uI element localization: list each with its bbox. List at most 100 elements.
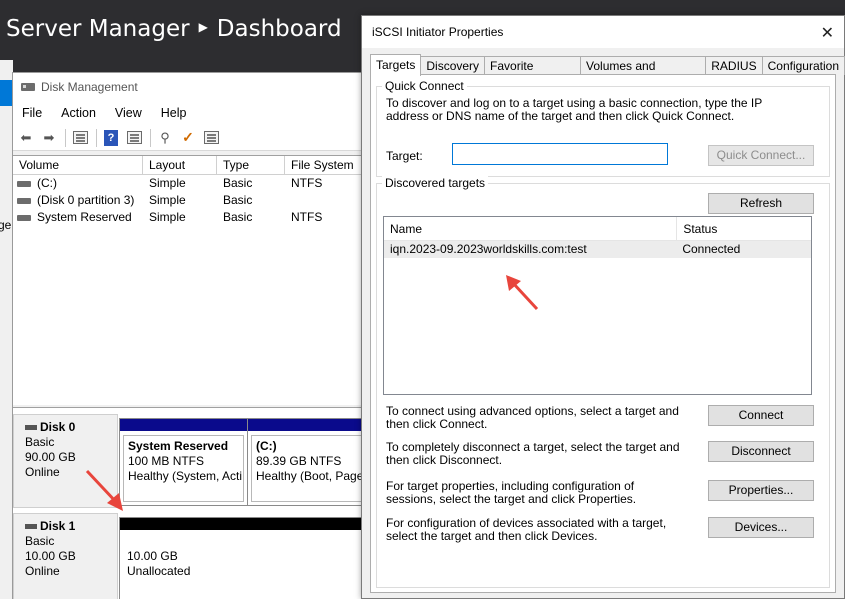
partition-type-bar xyxy=(120,419,247,431)
disk-icon xyxy=(25,425,37,430)
table-row[interactable]: iqn.2023-09.2023worldskills.com:test Con… xyxy=(384,241,811,258)
list-view-icon[interactable] xyxy=(202,129,220,147)
server-manager-breadcrumb: Server Manager ▶ Dashboard xyxy=(6,16,342,42)
help-icon[interactable]: ? xyxy=(102,129,120,147)
drive-icon xyxy=(17,214,31,221)
partition-system-reserved[interactable]: System Reserved 100 MB NTFS Healthy (Sys… xyxy=(119,418,248,506)
annotation-arrow-icon xyxy=(506,275,539,311)
disk-name: Disk 0 xyxy=(40,420,76,434)
menu-view[interactable]: View xyxy=(115,106,142,120)
disk-size: 90.00 GB xyxy=(25,450,76,464)
iscsi-initiator-dialog: iSCSI Initiator Properties ✕ Targets Dis… xyxy=(361,15,845,599)
annotation-arrow-icon xyxy=(85,469,123,511)
devices-button[interactable]: Devices... xyxy=(708,517,814,538)
iscsi-titlebar[interactable]: iSCSI Initiator Properties ✕ xyxy=(362,16,844,48)
table-row[interactable]: (Disk 0 partition 3) Simple Basic xyxy=(13,192,371,209)
drive-icon xyxy=(17,180,31,187)
partition-c-drive[interactable]: (C:) 89.39 GB NTFS Healthy (Boot, Page xyxy=(247,418,371,506)
toolbar-separator xyxy=(150,128,151,147)
volume-type: Basic xyxy=(223,193,253,207)
disk-kind: Basic xyxy=(25,534,55,548)
checklist-icon[interactable]: ✓ xyxy=(179,129,197,147)
column-header-file-system[interactable]: File System xyxy=(285,156,371,174)
connect-description: To connect using advanced options, selec… xyxy=(386,404,679,431)
disk-icon xyxy=(25,524,37,529)
partition-type-bar xyxy=(248,419,370,431)
volume-type: Basic xyxy=(223,176,253,190)
server-manager-title: Server Manager xyxy=(6,16,190,42)
console-tree-icon[interactable] xyxy=(71,129,89,147)
disk-management-window: Disk Management File Action View Help ⬅ … xyxy=(12,72,372,599)
forward-arrow-icon[interactable]: ➡ xyxy=(40,129,58,147)
target-name: iqn.2023-09.2023worldskills.com:test xyxy=(390,242,587,256)
target-label: Target: xyxy=(386,149,423,163)
volume-layout: Simple xyxy=(149,193,186,207)
target-status: Connected xyxy=(682,242,741,256)
disk-state: Online xyxy=(25,564,60,578)
close-icon[interactable]: ✕ xyxy=(821,23,834,43)
toolbar-separator xyxy=(65,128,66,147)
volume-list-header: Volume Layout Type File System xyxy=(13,156,371,175)
tab-strip: Targets Discovery Favorite Targets Volum… xyxy=(370,54,845,92)
menu-bar: File Action View Help xyxy=(13,101,371,125)
target-input[interactable] xyxy=(452,143,668,165)
properties-button[interactable]: Properties... xyxy=(708,480,814,501)
partition-name: System Reserved xyxy=(128,439,229,453)
connect-button[interactable]: Connect xyxy=(708,405,814,426)
breadcrumb-dashboard[interactable]: Dashboard xyxy=(217,16,342,42)
volume-name: System Reserved xyxy=(37,210,132,224)
tab-discovery[interactable]: Discovery xyxy=(420,56,486,75)
targets-tab-panel: Quick Connect To discover and log on to … xyxy=(370,74,836,593)
refresh-button[interactable]: Refresh xyxy=(708,193,814,214)
properties-icon[interactable] xyxy=(125,129,143,147)
partition-health: Healthy (System, Acti xyxy=(128,469,243,483)
disk-management-titlebar[interactable]: Disk Management xyxy=(13,73,371,101)
column-header-name[interactable]: Name xyxy=(384,217,676,240)
tab-configuration[interactable]: Configuration xyxy=(761,56,845,75)
tab-volumes-and-devices[interactable]: Volumes and Devices xyxy=(580,56,707,92)
column-header-status[interactable]: Status xyxy=(676,217,811,240)
menu-help[interactable]: Help xyxy=(161,106,187,120)
volume-name: (Disk 0 partition 3) xyxy=(37,193,135,207)
volume-file-system: NTFS xyxy=(291,210,323,224)
volume-file-system: NTFS xyxy=(291,176,323,190)
table-row[interactable]: System Reserved Simple Basic NTFS xyxy=(13,209,371,226)
volume-layout: Simple xyxy=(149,210,186,224)
partition-detail: 10.00 GB xyxy=(127,549,178,563)
disk-name: Disk 1 xyxy=(40,519,76,533)
partition-unallocated[interactable]: 10.00 GB Unallocated xyxy=(119,517,371,599)
connect-icon[interactable]: ⚲ xyxy=(156,129,174,147)
volume-name: (C:) xyxy=(37,176,57,190)
partition-name: (C:) xyxy=(256,439,277,453)
properties-description: For target properties, including configu… xyxy=(386,479,637,506)
disconnect-button[interactable]: Disconnect xyxy=(708,441,814,462)
column-header-layout[interactable]: Layout xyxy=(143,156,217,174)
tab-radius[interactable]: RADIUS xyxy=(705,56,763,75)
disk-management-title: Disk Management xyxy=(41,80,138,94)
menu-action[interactable]: Action xyxy=(61,106,96,120)
drive-icon xyxy=(17,197,31,204)
volume-type: Basic xyxy=(223,210,253,224)
tab-favorite-targets[interactable]: Favorite Targets xyxy=(484,56,582,92)
quick-connect-button[interactable]: Quick Connect... xyxy=(708,145,814,166)
tab-targets[interactable]: Targets xyxy=(370,54,422,76)
column-header-volume[interactable]: Volume xyxy=(13,156,143,174)
partition-detail: 100 MB NTFS xyxy=(128,454,205,468)
partition-health: Unallocated xyxy=(127,564,191,578)
sidebar-selected-item[interactable] xyxy=(0,80,12,106)
toolbar: ⬅ ➡ ? ⚲ ✓ xyxy=(13,125,371,151)
disk-1-label[interactable]: Disk 1 Basic 10.00 GB Online xyxy=(13,513,118,599)
volume-file-system xyxy=(285,192,371,209)
table-row[interactable]: (C:) Simple Basic NTFS xyxy=(13,175,371,192)
partition-detail: 89.39 GB NTFS xyxy=(256,454,342,468)
volume-layout: Simple xyxy=(149,176,186,190)
menu-file[interactable]: File xyxy=(22,106,42,120)
toolbar-separator xyxy=(96,128,97,147)
back-arrow-icon[interactable]: ⬅ xyxy=(17,129,35,147)
disk-graphical-view: Disk 0 Basic 90.00 GB Online System Rese… xyxy=(13,407,371,599)
column-header-type[interactable]: Type xyxy=(217,156,285,174)
discovered-targets-list[interactable]: Name Status iqn.2023-09.2023worldskills.… xyxy=(383,216,812,395)
discovered-targets-title: Discovered targets xyxy=(382,176,489,190)
disconnect-description: To completely disconnect a target, selec… xyxy=(386,440,680,467)
disk-kind: Basic xyxy=(25,435,55,449)
